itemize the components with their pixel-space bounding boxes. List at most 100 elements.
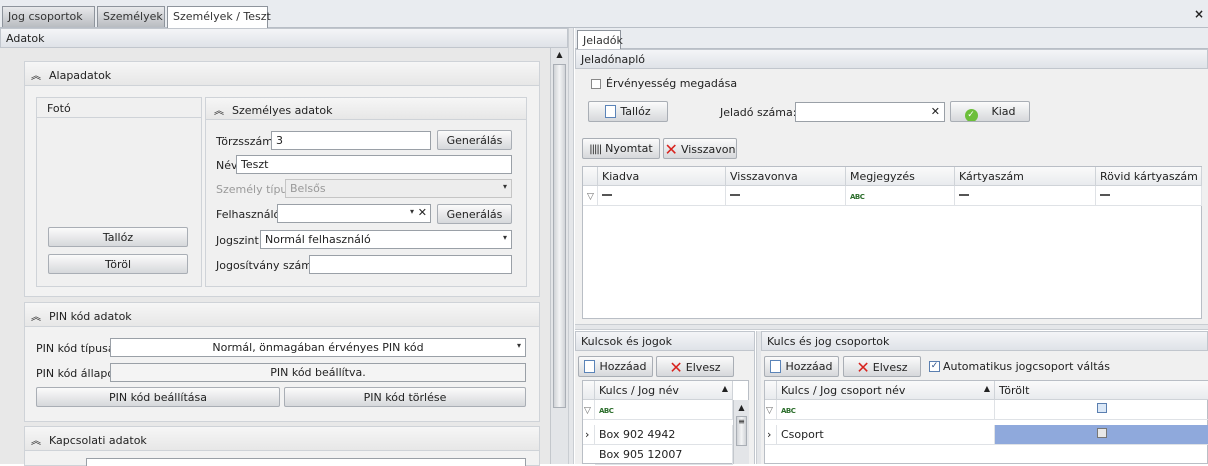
print-button[interactable]: ||||| Nyomtat	[582, 138, 660, 159]
collapse-chevron-icon: ︽	[31, 71, 41, 82]
pin-delete-button[interactable]: PIN kód törlése	[284, 387, 526, 407]
tab-szemelyek-teszt[interactable]: Személyek / Teszt	[167, 6, 271, 28]
auto-group-checkbox[interactable]: ✓	[929, 361, 940, 372]
torolt-checkbox[interactable]	[1096, 428, 1107, 438]
clear-icon[interactable]: ✕	[418, 206, 427, 219]
pin-tipus-select[interactable]: Normál, önmagában érvényes PIN kód ▾	[110, 338, 526, 357]
torzsszam-input[interactable]: 3	[271, 131, 431, 150]
photo-browse-button[interactable]: Tallóz	[48, 227, 188, 247]
szemelyes-adatok-header[interactable]: ︽ Személyes adatok	[206, 98, 526, 120]
photo-delete-button[interactable]: Töröl	[48, 254, 188, 274]
browse-button[interactable]: Tallóz	[588, 101, 668, 122]
keys-remove-button[interactable]: ✕ Elvesz	[656, 356, 734, 377]
scroll-up-icon[interactable]: ▲	[551, 48, 568, 62]
pin-allapot-field: PIN kód beállítva.	[110, 363, 526, 382]
document-tab-bar: Jog csoportok Személyek Személyek / Tesz…	[0, 0, 1208, 28]
filter-icon: ▽	[583, 186, 598, 206]
vertical-splitter[interactable]	[568, 28, 574, 464]
generate-torzsszam-button[interactable]: Generálás	[437, 130, 512, 150]
horizontal-splitter[interactable]	[575, 324, 1208, 330]
text-filter-icon: ABC	[781, 407, 796, 415]
csoportok-header: Kulcs és jog csoportok	[761, 331, 1208, 351]
alapadatok-title: Alapadatok	[49, 69, 112, 82]
keys-scrollbar[interactable]: ▲ ≡	[733, 400, 749, 464]
groups-add-button[interactable]: Hozzáad	[764, 356, 839, 377]
torolt-cell[interactable]	[995, 425, 1208, 445]
kiad-button[interactable]: ✓ Kiad	[950, 101, 1030, 122]
jogositvany-input[interactable]	[309, 255, 512, 274]
adatok-header: Adatok	[0, 28, 568, 48]
pin-header[interactable]: ︽ PIN kód adatok	[25, 303, 539, 327]
keys-scrollbar-thumb[interactable]: ≡	[736, 416, 747, 446]
col-kulcs-jog-nev[interactable]: Kulcs / Jog név ▲	[595, 381, 733, 400]
revoke-button[interactable]: ✕ Visszavon	[663, 138, 737, 159]
col-kulcs-jog-csoport-nev[interactable]: Kulcs / Jog csoport név ▲	[777, 381, 995, 400]
filter-checkbox[interactable]	[1096, 403, 1107, 413]
grid-corner	[583, 381, 595, 400]
sort-asc-icon: ▲	[721, 384, 728, 393]
nev-input[interactable]: Teszt	[236, 155, 512, 174]
pin-set-button[interactable]: PIN kód beállítása	[36, 387, 280, 407]
left-scrollbar-thumb[interactable]	[553, 64, 566, 408]
jeladonaplo-header: Jeladónapló	[575, 49, 1208, 69]
filter-csoport-nev[interactable]: ABC	[777, 400, 995, 420]
col-megjegyzes[interactable]: Megjegyzés	[846, 167, 955, 186]
keys-add-button[interactable]: Hozzáad	[578, 356, 653, 377]
left-scrollbar[interactable]: ▲	[550, 48, 568, 464]
col-kiadva[interactable]: Kiadva	[598, 167, 726, 186]
table-row[interactable]: Csoport	[777, 425, 995, 445]
sort-asc-icon: ▲	[983, 384, 990, 393]
jelado-szama-input[interactable]: ✕	[795, 102, 945, 122]
close-icon[interactable]: ×	[1194, 7, 1204, 21]
tab-szemelyek[interactable]: Személyek	[97, 6, 165, 27]
clear-icon[interactable]: ✕	[931, 105, 940, 118]
document-icon	[770, 360, 782, 373]
generate-felhasznalo-button[interactable]: Generálás	[437, 204, 512, 224]
pin-title: PIN kód adatok	[49, 310, 132, 323]
check-icon: ✓	[964, 109, 978, 121]
alapadatok-header[interactable]: ︽ Alapadatok	[25, 62, 539, 86]
felhasznalo-select[interactable]: ▾ ✕	[277, 204, 431, 223]
groups-grid: Kulcs / Jog csoport név ▲ Törölt ▽ ABC › …	[764, 380, 1208, 464]
jogszint-select[interactable]: Normál felhasználó ▾	[260, 230, 512, 249]
delete-x-icon: ✕	[664, 140, 678, 159]
dropdown-arrow-icon[interactable]: ▾	[503, 233, 507, 242]
kulcsok-title: Kulcsok és jogok	[581, 335, 672, 348]
delete-x-icon: ✕	[856, 358, 870, 377]
kapcsolati-input[interactable]	[86, 458, 526, 466]
filter-megjegyzes[interactable]: ABC	[846, 186, 955, 206]
col-visszavonva[interactable]: Visszavonva	[726, 167, 846, 186]
filter-rovid-kartyaszam[interactable]	[1096, 186, 1202, 206]
dropdown-arrow-icon[interactable]: ▾	[410, 207, 414, 216]
kulcsok-header: Kulcsok és jogok	[575, 331, 755, 351]
filter-visszavonva[interactable]	[726, 186, 846, 206]
filter-icon: ▽	[583, 400, 595, 420]
table-row[interactable]: Box 902 4942	[595, 425, 733, 445]
tab-jog-csoportok[interactable]: Jog csoportok	[2, 6, 95, 27]
grid-corner	[583, 167, 598, 186]
filter-kartyaszam[interactable]	[955, 186, 1096, 206]
validity-checkbox[interactable]	[591, 79, 601, 89]
table-row[interactable]: Box 905 12007	[595, 445, 733, 465]
document-icon	[584, 360, 596, 373]
scroll-up-icon[interactable]: ▲	[734, 400, 749, 412]
jogszint-label: Jogszint	[216, 234, 259, 247]
filter-torolt[interactable]	[995, 400, 1208, 420]
kapcsolati-header[interactable]: ︽ Kapcsolati adatok	[25, 427, 539, 451]
document-icon	[605, 105, 617, 118]
text-filter-icon: ABC	[850, 193, 865, 201]
groups-remove-button[interactable]: ✕ Elvesz	[843, 356, 921, 377]
collapse-chevron-icon: ︽	[31, 312, 41, 323]
tab-jeladok[interactable]: Jeladók	[577, 30, 623, 49]
col-kartyaszam[interactable]: Kártyaszám	[955, 167, 1096, 186]
collapse-chevron-icon: ︽	[31, 436, 41, 447]
dropdown-arrow-icon[interactable]: ▾	[517, 341, 521, 350]
pin-tipus-label: PIN kód típusa	[36, 342, 115, 355]
szemely-tipus-label: Személy típus	[216, 183, 294, 196]
filter-kulcs-jog-nev[interactable]: ABC	[595, 400, 733, 420]
col-rovid-kartyaszam[interactable]: Rövid kártyaszám	[1096, 167, 1202, 186]
nev-label: Név	[216, 159, 238, 172]
jogositvany-label: Jogosítvány szám:	[216, 259, 316, 272]
col-torolt[interactable]: Törölt	[995, 381, 1208, 400]
filter-kiadva[interactable]	[598, 186, 726, 206]
